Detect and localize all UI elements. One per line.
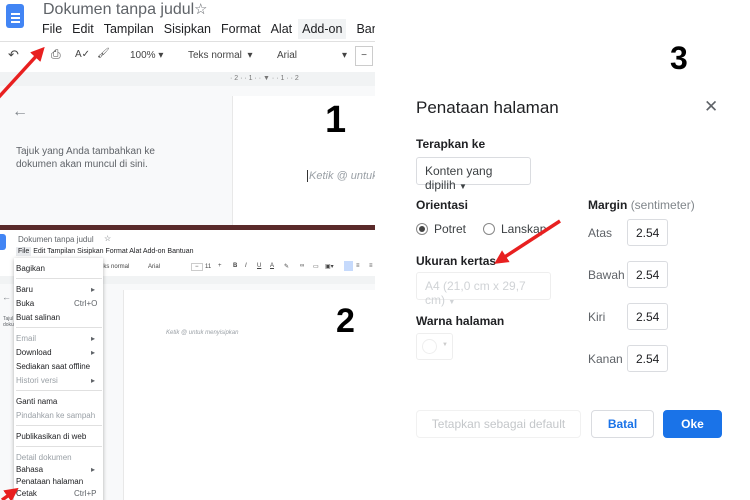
arrow-to-paper-size xyxy=(494,219,561,264)
annotation-arrows xyxy=(0,46,561,500)
arrow-to-page-setup xyxy=(0,487,19,500)
arrow-to-file-menu xyxy=(0,46,45,99)
